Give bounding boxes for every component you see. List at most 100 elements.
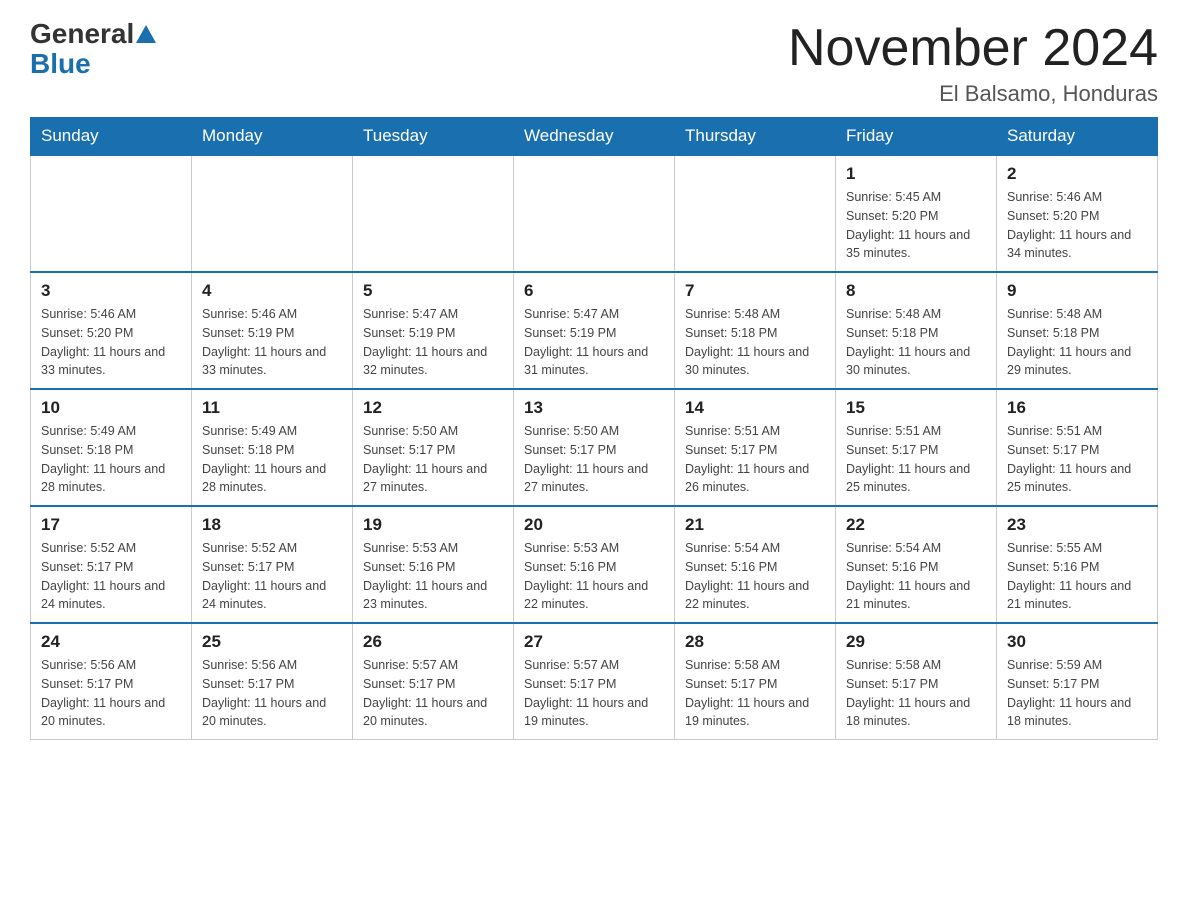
calendar-day-cell: 24 Sunrise: 5:56 AMSunset: 5:17 PMDayligh… xyxy=(31,623,192,740)
calendar-day-cell xyxy=(675,155,836,272)
col-monday: Monday xyxy=(192,118,353,156)
day-info: Sunrise: 5:57 AMSunset: 5:17 PMDaylight:… xyxy=(524,656,664,731)
calendar-day-cell: 26 Sunrise: 5:57 AMSunset: 5:17 PMDayligh… xyxy=(353,623,514,740)
calendar-day-cell: 6Sunrise: 5:47 AMSunset: 5:19 PMDaylight… xyxy=(514,272,675,389)
day-info: Sunrise: 5:53 AMSunset: 5:16 PMDaylight:… xyxy=(524,539,664,614)
day-number: 21 xyxy=(685,515,825,535)
day-number: 6 xyxy=(524,281,664,301)
col-sunday: Sunday xyxy=(31,118,192,156)
day-number: 1 xyxy=(846,164,986,184)
day-number: 4 xyxy=(202,281,342,301)
calendar-day-cell: 12 Sunrise: 5:50 AMSunset: 5:17 PMDayligh… xyxy=(353,389,514,506)
day-number: 25 xyxy=(202,632,342,652)
day-number: 7 xyxy=(685,281,825,301)
calendar-day-cell: 16 Sunrise: 5:51 AMSunset: 5:17 PMDayligh… xyxy=(997,389,1158,506)
day-number: 27 xyxy=(524,632,664,652)
col-saturday: Saturday xyxy=(997,118,1158,156)
col-thursday: Thursday xyxy=(675,118,836,156)
col-wednesday: Wednesday xyxy=(514,118,675,156)
day-number: 10 xyxy=(41,398,181,418)
day-info: Sunrise: 5:55 AMSunset: 5:16 PMDaylight:… xyxy=(1007,539,1147,614)
logo-general-text: General xyxy=(30,20,134,48)
day-info: Sunrise: 5:50 AMSunset: 5:17 PMDaylight:… xyxy=(363,422,503,497)
day-number: 20 xyxy=(524,515,664,535)
day-number: 9 xyxy=(1007,281,1147,301)
logo: General Blue xyxy=(30,20,158,80)
logo-triangle-icon xyxy=(136,25,156,43)
day-number: 23 xyxy=(1007,515,1147,535)
calendar-week-row: 17 Sunrise: 5:52 AMSunset: 5:17 PMDayligh… xyxy=(31,506,1158,623)
day-number: 13 xyxy=(524,398,664,418)
day-info: Sunrise: 5:56 AMSunset: 5:17 PMDaylight:… xyxy=(41,656,181,731)
day-number: 24 xyxy=(41,632,181,652)
day-info: Sunrise: 5:58 AMSunset: 5:17 PMDaylight:… xyxy=(846,656,986,731)
day-info: Sunrise: 5:59 AMSunset: 5:17 PMDaylight:… xyxy=(1007,656,1147,731)
day-number: 29 xyxy=(846,632,986,652)
calendar-day-cell: 11Sunrise: 5:49 AMSunset: 5:18 PMDayligh… xyxy=(192,389,353,506)
day-number: 17 xyxy=(41,515,181,535)
calendar-day-cell xyxy=(192,155,353,272)
day-number: 14 xyxy=(685,398,825,418)
day-info: Sunrise: 5:54 AMSunset: 5:16 PMDaylight:… xyxy=(685,539,825,614)
day-number: 3 xyxy=(41,281,181,301)
calendar-day-cell: 21 Sunrise: 5:54 AMSunset: 5:16 PMDayligh… xyxy=(675,506,836,623)
calendar-week-row: 3 Sunrise: 5:46 AMSunset: 5:20 PMDaylight… xyxy=(31,272,1158,389)
day-info: Sunrise: 5:51 AMSunset: 5:17 PMDaylight:… xyxy=(685,422,825,497)
calendar-day-cell xyxy=(353,155,514,272)
title-section: November 2024 El Balsamo, Honduras xyxy=(788,20,1158,107)
logo-blue-text: Blue xyxy=(30,48,91,80)
day-number: 2 xyxy=(1007,164,1147,184)
calendar-day-cell: 23 Sunrise: 5:55 AMSunset: 5:16 PMDayligh… xyxy=(997,506,1158,623)
calendar-day-cell: 7 Sunrise: 5:48 AMSunset: 5:18 PMDaylight… xyxy=(675,272,836,389)
day-info: Sunrise: 5:46 AMSunset: 5:20 PMDaylight:… xyxy=(1007,188,1147,263)
day-info: Sunrise: 5:54 AMSunset: 5:16 PMDaylight:… xyxy=(846,539,986,614)
calendar-day-cell: 20 Sunrise: 5:53 AMSunset: 5:16 PMDayligh… xyxy=(514,506,675,623)
calendar-day-cell: 17 Sunrise: 5:52 AMSunset: 5:17 PMDayligh… xyxy=(31,506,192,623)
day-info: Sunrise: 5:48 AMSunset: 5:18 PMDaylight:… xyxy=(846,305,986,380)
day-info: Sunrise: 5:49 AMSunset: 5:18 PMDaylight:… xyxy=(41,422,181,497)
day-info: Sunrise: 5:57 AMSunset: 5:17 PMDaylight:… xyxy=(363,656,503,731)
day-number: 16 xyxy=(1007,398,1147,418)
day-number: 26 xyxy=(363,632,503,652)
page-header: General Blue November 2024 El Balsamo, H… xyxy=(30,20,1158,107)
calendar-day-cell: 29 Sunrise: 5:58 AMSunset: 5:17 PMDayligh… xyxy=(836,623,997,740)
calendar-day-cell: 28 Sunrise: 5:58 AMSunset: 5:17 PMDayligh… xyxy=(675,623,836,740)
day-info: Sunrise: 5:49 AMSunset: 5:18 PMDaylight:… xyxy=(202,422,342,497)
day-number: 12 xyxy=(363,398,503,418)
day-number: 8 xyxy=(846,281,986,301)
calendar-day-cell: 13 Sunrise: 5:50 AMSunset: 5:17 PMDayligh… xyxy=(514,389,675,506)
day-number: 18 xyxy=(202,515,342,535)
day-info: Sunrise: 5:51 AMSunset: 5:17 PMDaylight:… xyxy=(1007,422,1147,497)
calendar-day-cell: 1 Sunrise: 5:45 AMSunset: 5:20 PMDaylight… xyxy=(836,155,997,272)
day-number: 15 xyxy=(846,398,986,418)
day-info: Sunrise: 5:56 AMSunset: 5:17 PMDaylight:… xyxy=(202,656,342,731)
calendar-week-row: 1 Sunrise: 5:45 AMSunset: 5:20 PMDaylight… xyxy=(31,155,1158,272)
calendar-day-cell: 18 Sunrise: 5:52 AMSunset: 5:17 PMDayligh… xyxy=(192,506,353,623)
day-number: 28 xyxy=(685,632,825,652)
calendar-day-cell: 22Sunrise: 5:54 AMSunset: 5:16 PMDayligh… xyxy=(836,506,997,623)
day-info: Sunrise: 5:52 AMSunset: 5:17 PMDaylight:… xyxy=(41,539,181,614)
location-label: El Balsamo, Honduras xyxy=(788,81,1158,107)
calendar-day-cell: 9Sunrise: 5:48 AMSunset: 5:18 PMDaylight… xyxy=(997,272,1158,389)
calendar-day-cell: 25 Sunrise: 5:56 AMSunset: 5:17 PMDayligh… xyxy=(192,623,353,740)
calendar-day-cell: 10 Sunrise: 5:49 AMSunset: 5:18 PMDayligh… xyxy=(31,389,192,506)
day-info: Sunrise: 5:50 AMSunset: 5:17 PMDaylight:… xyxy=(524,422,664,497)
calendar-day-cell: 3 Sunrise: 5:46 AMSunset: 5:20 PMDaylight… xyxy=(31,272,192,389)
calendar-week-row: 24 Sunrise: 5:56 AMSunset: 5:17 PMDayligh… xyxy=(31,623,1158,740)
calendar-day-cell: 4Sunrise: 5:46 AMSunset: 5:19 PMDaylight… xyxy=(192,272,353,389)
day-info: Sunrise: 5:48 AMSunset: 5:18 PMDaylight:… xyxy=(685,305,825,380)
calendar-day-cell: 14 Sunrise: 5:51 AMSunset: 5:17 PMDayligh… xyxy=(675,389,836,506)
calendar-day-cell: 5Sunrise: 5:47 AMSunset: 5:19 PMDaylight… xyxy=(353,272,514,389)
month-title: November 2024 xyxy=(788,20,1158,77)
calendar-day-cell: 30Sunrise: 5:59 AMSunset: 5:17 PMDayligh… xyxy=(997,623,1158,740)
day-info: Sunrise: 5:58 AMSunset: 5:17 PMDaylight:… xyxy=(685,656,825,731)
day-info: Sunrise: 5:45 AMSunset: 5:20 PMDaylight:… xyxy=(846,188,986,263)
col-friday: Friday xyxy=(836,118,997,156)
day-info: Sunrise: 5:46 AMSunset: 5:20 PMDaylight:… xyxy=(41,305,181,380)
day-info: Sunrise: 5:51 AMSunset: 5:17 PMDaylight:… xyxy=(846,422,986,497)
calendar-day-cell: 2 Sunrise: 5:46 AMSunset: 5:20 PMDaylight… xyxy=(997,155,1158,272)
day-info: Sunrise: 5:52 AMSunset: 5:17 PMDaylight:… xyxy=(202,539,342,614)
col-tuesday: Tuesday xyxy=(353,118,514,156)
calendar-day-cell xyxy=(31,155,192,272)
day-info: Sunrise: 5:47 AMSunset: 5:19 PMDaylight:… xyxy=(363,305,503,380)
